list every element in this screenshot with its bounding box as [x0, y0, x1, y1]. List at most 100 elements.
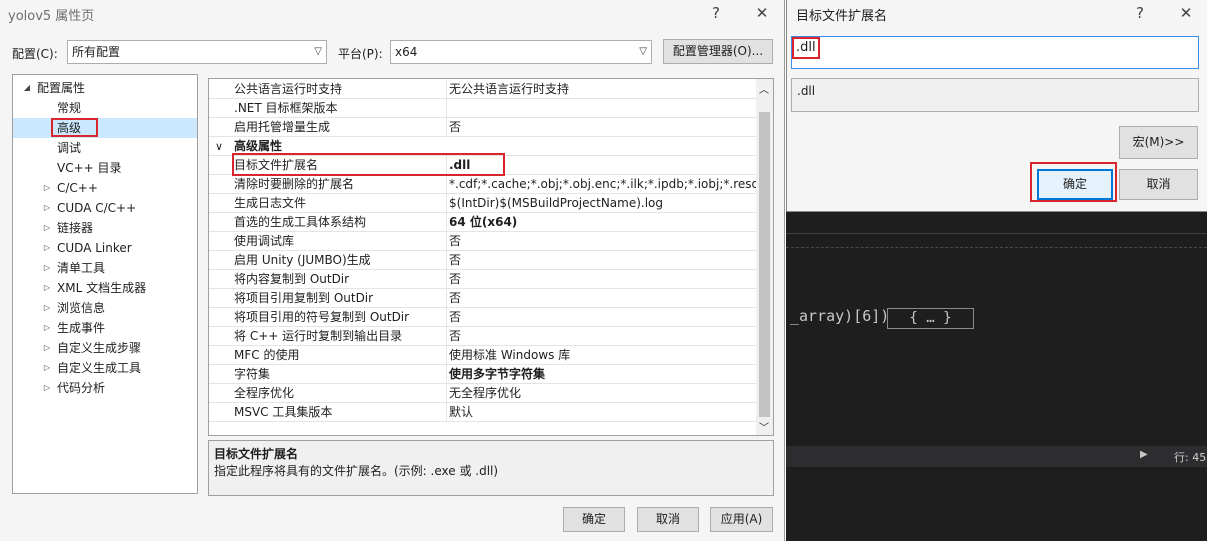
property-pages-dialog: yolov5 属性页 ? ✕ 配置(C): 所有配置 ▽ 平台(P): x64 … [0, 0, 785, 541]
grid-category-row[interactable]: ∨ 高级属性 [209, 137, 757, 156]
grid-row-name: 目标文件扩展名 [209, 156, 447, 175]
ext-cancel-button[interactable]: 取消 [1119, 169, 1198, 200]
grid-row[interactable]: 首选的生成工具体系结构 64 位(x64) [209, 213, 757, 232]
line-indicator: 行: 45 [1174, 451, 1207, 464]
tree-item[interactable]: 调试 [13, 138, 197, 158]
close-icon[interactable]: ✕ [1176, 4, 1196, 22]
tree-item-label: XML 文档生成器 [57, 281, 147, 295]
grid-row[interactable]: 启用托管增量生成否 [209, 118, 757, 137]
tree-item[interactable]: ▷ 生成事件 [13, 318, 197, 338]
grid-row[interactable]: 字符集 使用多字节字符集 [209, 365, 757, 384]
grid-row[interactable]: MFC 的使用 使用标准 Windows 库 [209, 346, 757, 365]
expand-icon[interactable]: ▷ [41, 258, 53, 278]
code-line: _array)[6]) [790, 307, 890, 325]
tree-item-label: 浏览信息 [57, 301, 106, 315]
tree-item[interactable]: ▷ 代码分析 [13, 378, 197, 398]
grid-row[interactable]: 生成日志文件 $(IntDir)$(MSBuildProjectName).log [209, 194, 757, 213]
grid-row-name: 高级属性 [234, 139, 283, 153]
tree-item[interactable]: ◢ 配置属性 [13, 78, 197, 98]
expand-icon[interactable]: ▷ [41, 378, 53, 398]
expand-icon[interactable]: ▷ [41, 198, 53, 218]
description-panel: 目标文件扩展名 指定此程序将具有的文件扩展名。(示例: .exe 或 .dll) [208, 440, 774, 496]
editor-separator [786, 247, 1207, 248]
expand-icon[interactable]: ▷ [41, 338, 53, 358]
tree-item[interactable]: ▷ 自定义生成工具 [13, 358, 197, 378]
scroll-down-icon[interactable]: ﹀ [759, 419, 769, 434]
expand-icon[interactable]: ▷ [41, 218, 53, 238]
grid-row-name: 将 C++ 运行时复制到输出目录 [209, 327, 447, 346]
grid-row-value: .dll [449, 158, 471, 172]
dialog-title: yolov5 属性页 [8, 9, 95, 24]
extension-input[interactable]: .dll [791, 36, 1199, 69]
property-grid[interactable]: 公共语言运行时支持 无公共语言运行时支持 .NET 目标框架版本 启用托管增量生成否 ∨… [208, 78, 774, 436]
platform-select[interactable]: x64 ▽ [390, 40, 652, 64]
editor-status-bar: ▶ 行: 45 [786, 446, 1207, 467]
property-tree[interactable]: ◢ 配置属性 常规 高级 调试 VC++ 目录 ▷ C/C++ ▷ CUDA C/C++ ▷ 链接器 ▷… [12, 74, 198, 494]
tree-item[interactable]: ▷ CUDA C/C++ [13, 198, 197, 218]
grid-scrollbar[interactable]: ︿ ﹀ [756, 79, 773, 435]
scroll-up-icon[interactable]: ︿ [759, 81, 769, 96]
grid-row[interactable]: MSVC 工具集版本 默认 [209, 403, 757, 422]
grid-row-name: 全程序优化 [209, 384, 447, 403]
grid-row-value [447, 99, 757, 118]
editor-divider [786, 233, 1207, 234]
grid-row[interactable]: 将内容复制到 OutDir 否 [209, 270, 757, 289]
tree-item[interactable]: VC++ 目录 [13, 158, 197, 178]
collapsed-region[interactable]: { … } [887, 308, 974, 329]
collapse-icon[interactable]: ◢ [21, 78, 33, 98]
cancel-button[interactable]: 取消 [637, 507, 699, 532]
scroll-thumb[interactable] [759, 112, 770, 417]
grid-row-name: 生成日志文件 [209, 194, 447, 213]
tree-item[interactable]: ▷ 浏览信息 [13, 298, 197, 318]
tree-item-label: VC++ 目录 [57, 161, 122, 175]
tree-item[interactable]: ▷ 链接器 [13, 218, 197, 238]
grid-row[interactable]: .NET 目标框架版本 [209, 99, 757, 118]
grid-row[interactable]: 目标文件扩展名 .dll [209, 156, 757, 175]
scroll-right-icon[interactable]: ▶ [1140, 449, 1148, 460]
config-manager-button[interactable]: 配置管理器(O)... [663, 39, 773, 64]
ok-button[interactable]: 确定 [563, 507, 625, 532]
help-button[interactable]: ? [1130, 4, 1150, 22]
grid-row[interactable]: 公共语言运行时支持 无公共语言运行时支持 [209, 80, 757, 99]
expand-icon[interactable]: ▷ [41, 178, 53, 198]
tree-item-label: 常规 [57, 101, 82, 115]
tree-item[interactable]: ▷ C/C++ [13, 178, 197, 198]
tree-item[interactable]: 高级 [13, 118, 197, 138]
grid-row[interactable]: 将 C++ 运行时复制到输出目录否 [209, 327, 757, 346]
grid-row[interactable]: 清除时要删除的扩展名 *.cdf;*.cache;*.obj;*.obj.enc;… [209, 175, 757, 194]
grid-row[interactable]: 使用调试库否 [209, 232, 757, 251]
expand-icon[interactable]: ▷ [41, 238, 53, 258]
grid-row[interactable]: 将项目引用复制到 OutDir 否 [209, 289, 757, 308]
grid-row-name: 字符集 [209, 365, 447, 384]
grid-row-value: 否 [449, 272, 462, 286]
platform-select-value: x64 [395, 45, 418, 59]
expand-icon[interactable]: ▷ [41, 278, 53, 298]
tree-item[interactable]: ▷ 自定义生成步骤 [13, 338, 197, 358]
grid-row-name: 将项目引用的符号复制到 OutDir [209, 308, 447, 327]
expand-icon[interactable]: ▷ [41, 298, 53, 318]
grid-row-value: 无公共语言运行时支持 [449, 82, 570, 96]
ext-ok-button[interactable]: 确定 [1037, 169, 1113, 200]
tree-item-label: 链接器 [57, 221, 94, 235]
tree-item[interactable]: ▷ 清单工具 [13, 258, 197, 278]
macro-button[interactable]: 宏(M)>> [1119, 126, 1198, 159]
expand-icon[interactable]: ▷ [41, 358, 53, 378]
close-icon[interactable]: ✕ [752, 4, 772, 22]
grid-row[interactable]: 启用 Unity (JUMBO)生成否 [209, 251, 757, 270]
grid-row[interactable]: 全程序优化 无全程序优化 [209, 384, 757, 403]
expand-icon[interactable]: ▷ [41, 318, 53, 338]
tree-item-label: 代码分析 [57, 381, 106, 395]
tree-item[interactable]: ▷ CUDA Linker [13, 238, 197, 258]
apply-button[interactable]: 应用(A) [710, 507, 773, 532]
tree-item[interactable]: ▷ XML 文档生成器 [13, 278, 197, 298]
tree-item-label: C/C++ [57, 181, 98, 195]
help-button[interactable]: ? [706, 4, 726, 22]
tree-item[interactable]: 常规 [13, 98, 197, 118]
grid-row[interactable]: 将项目引用的符号复制到 OutDir 否 [209, 308, 757, 327]
config-select[interactable]: 所有配置 ▽ [67, 40, 327, 64]
grid-row-value: 使用标准 Windows 库 [449, 348, 571, 362]
grid-row-value: *.cdf;*.cache;*.obj;*.obj.enc;*.ilk;*.ip… [449, 177, 757, 191]
grid-row-value: $(IntDir)$(MSBuildProjectName).log [449, 196, 664, 210]
grid-row-value: 否 [449, 234, 462, 248]
grid-row-name: MFC 的使用 [209, 346, 447, 365]
